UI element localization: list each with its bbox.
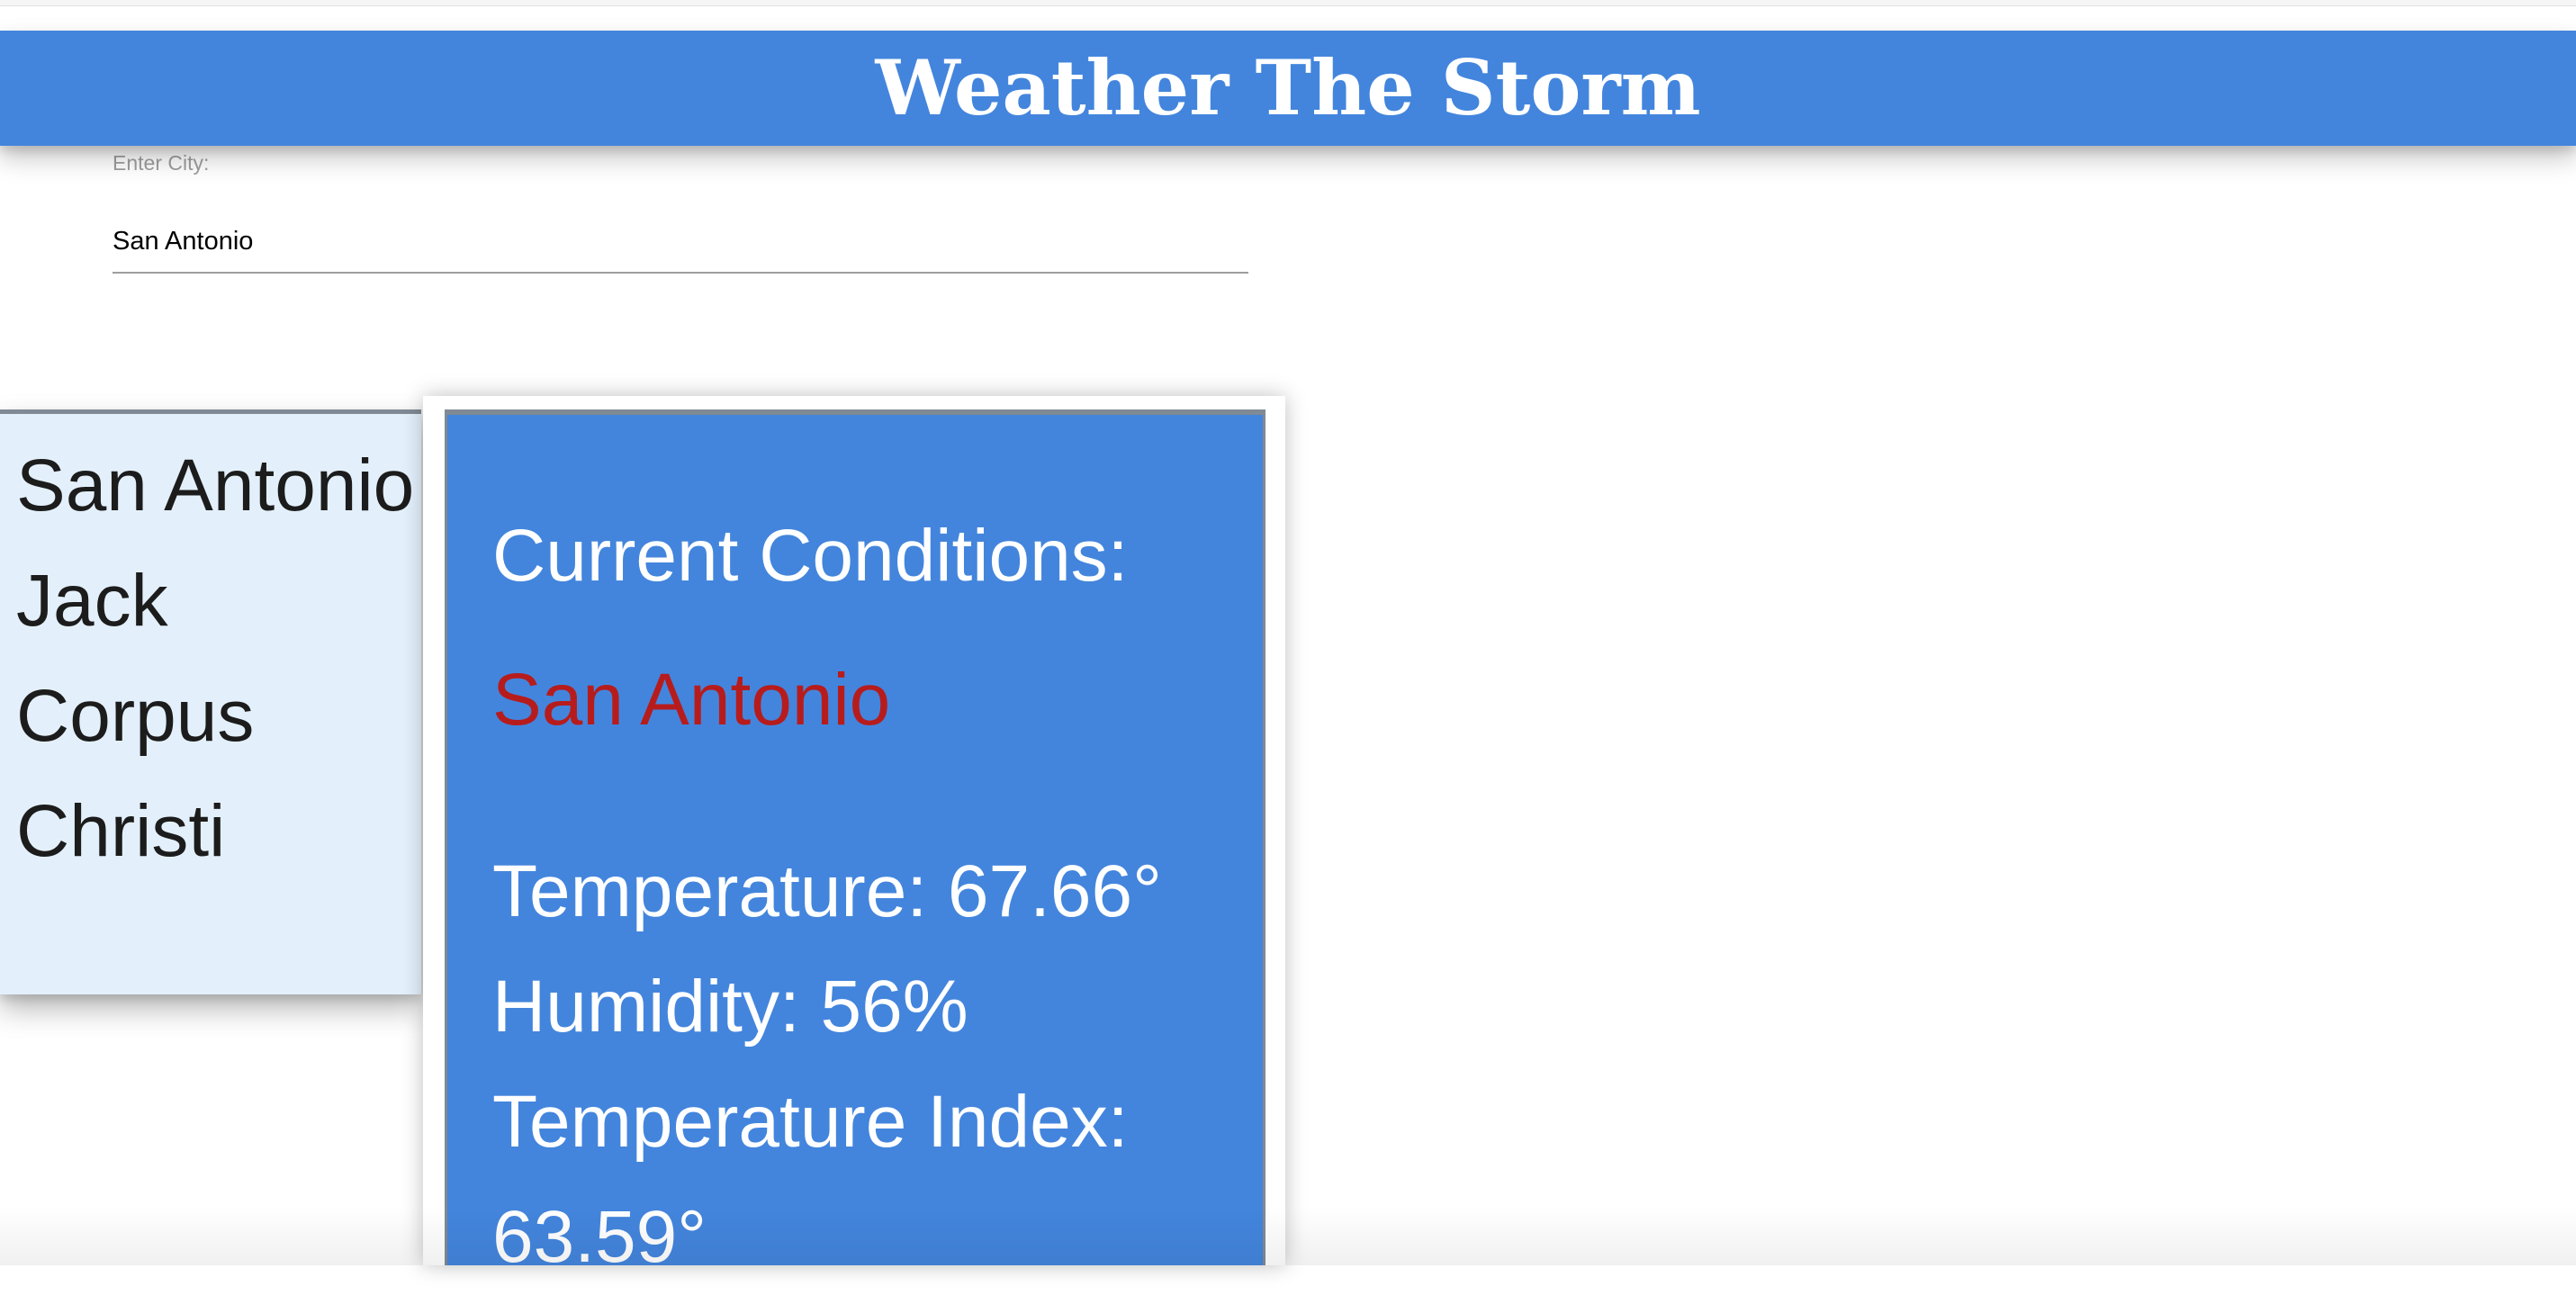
conditions-details: Temperature: 67.66° Humidity: 56% Temper… bbox=[492, 834, 1239, 1295]
temperature-value: Temperature: 67.66° bbox=[492, 850, 1162, 932]
search-history-list: San Antonio Jack Corpus Christi bbox=[0, 409, 421, 994]
temperature-index-value: Temperature Index: 63.59° bbox=[492, 1081, 1129, 1278]
app-header: Weather The Storm bbox=[0, 31, 2576, 146]
city-input-label: Enter City: bbox=[113, 151, 210, 175]
conditions-heading: Current Conditions: bbox=[492, 515, 1129, 597]
conditions-city-name: San Antonio bbox=[492, 659, 891, 741]
bottom-shadow bbox=[0, 1206, 2576, 1265]
current-conditions-frame: Current Conditions: San Antonio Temperat… bbox=[423, 396, 1285, 1278]
current-conditions-card: Current Conditions: San Antonio Temperat… bbox=[445, 409, 1265, 1278]
city-input[interactable] bbox=[113, 220, 1248, 274]
history-item-jack[interactable]: Jack bbox=[16, 544, 421, 659]
history-item-san-antonio[interactable]: San Antonio bbox=[16, 428, 421, 544]
app-title: Weather The Storm bbox=[875, 43, 1701, 132]
city-search-field: Enter City: bbox=[113, 148, 1248, 290]
humidity-value: Humidity: 56% bbox=[492, 966, 968, 1048]
history-item-corpus-christi[interactable]: Corpus Christi bbox=[16, 659, 421, 889]
browser-top-edge bbox=[0, 0, 2576, 6]
